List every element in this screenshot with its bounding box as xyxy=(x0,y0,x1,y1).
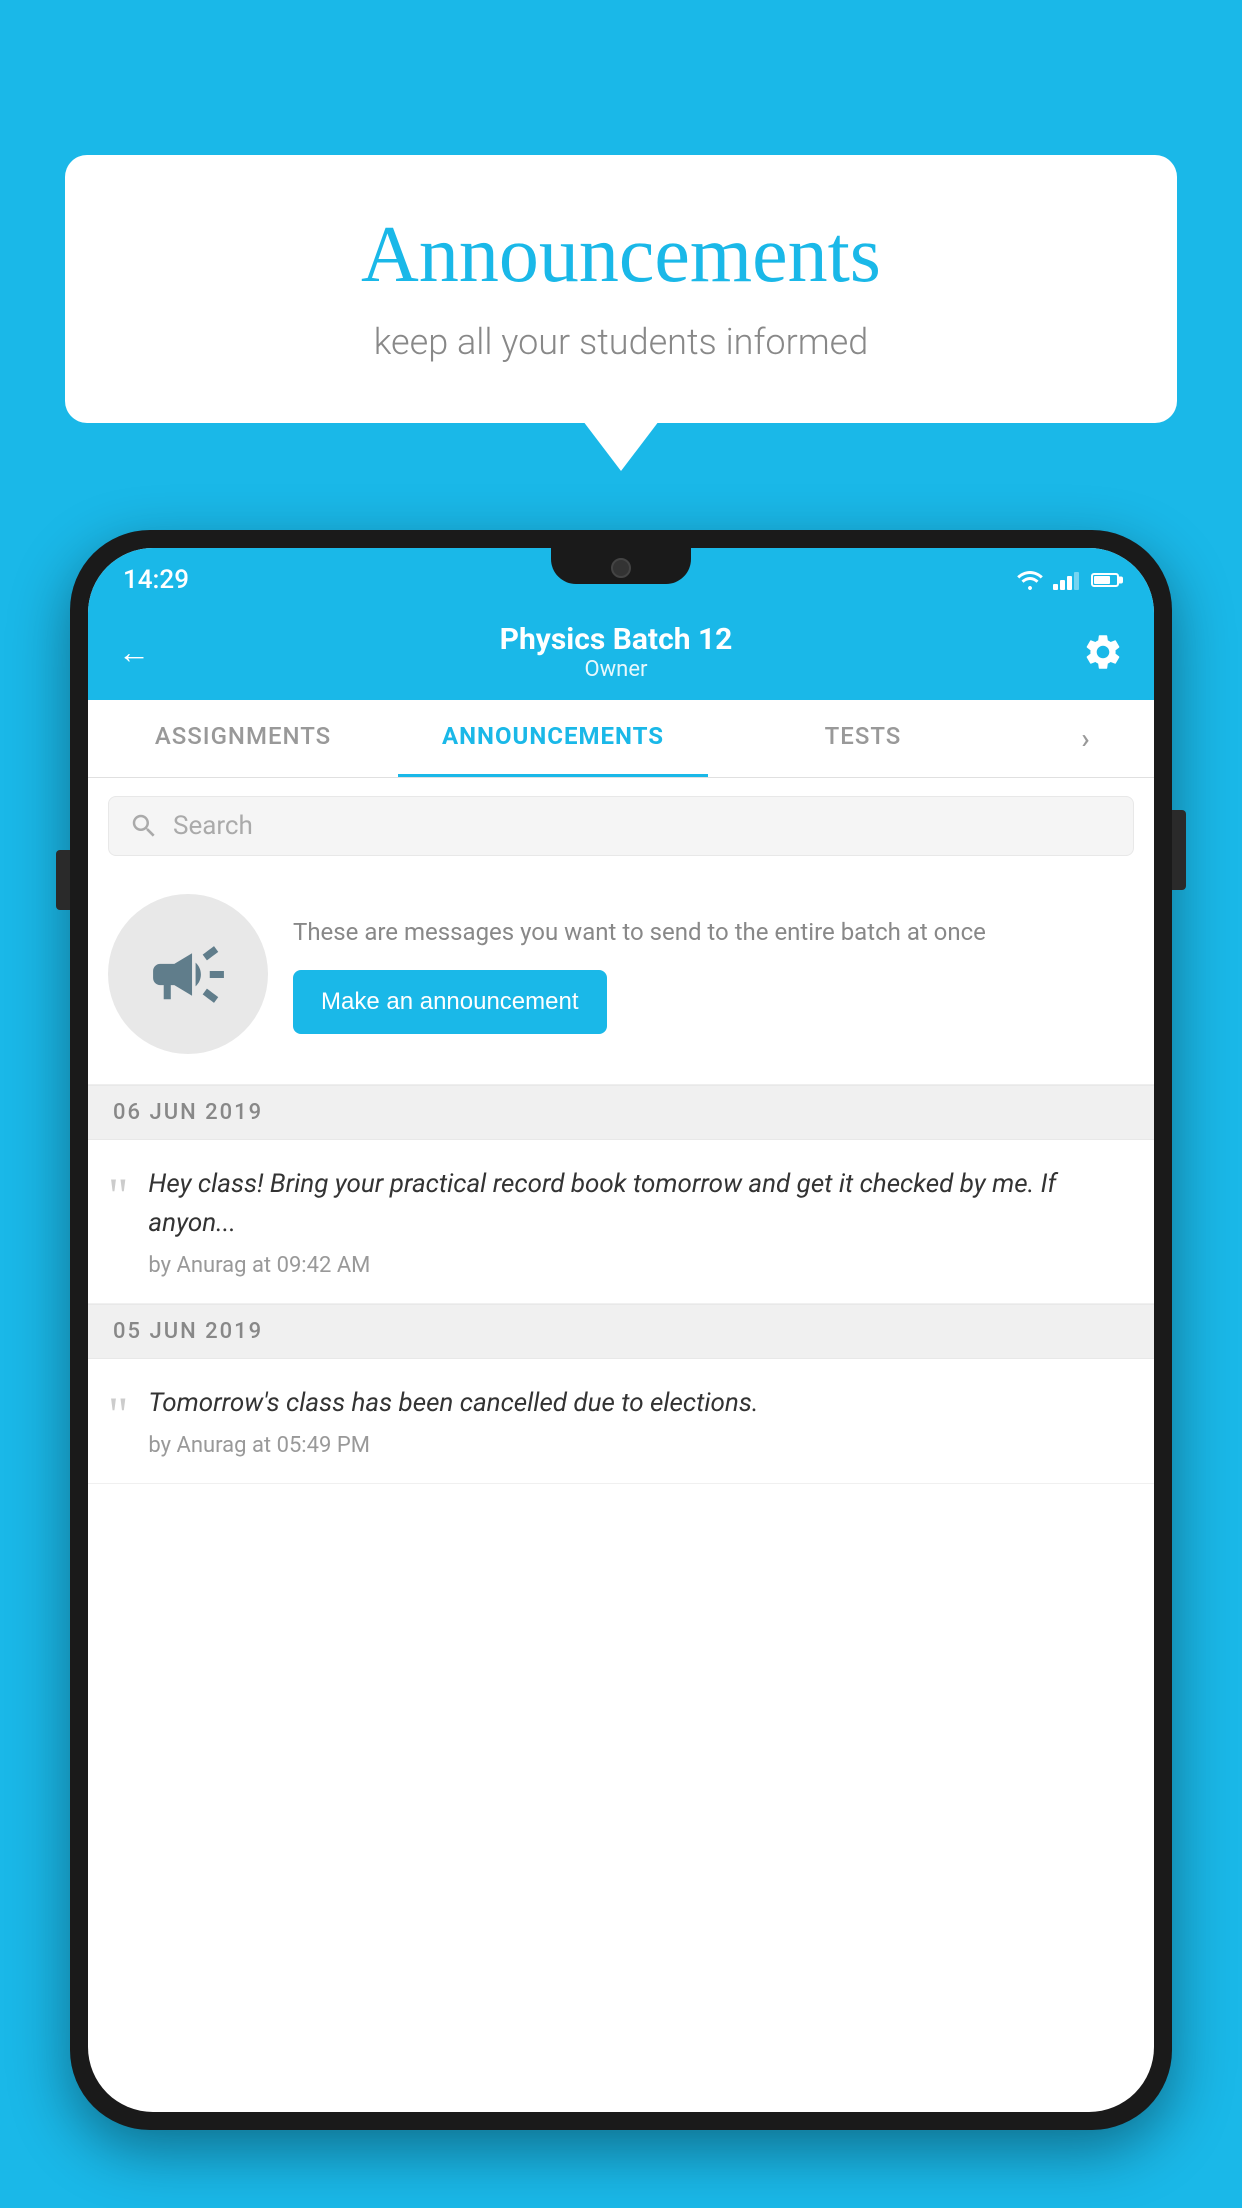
battery-icon xyxy=(1091,573,1119,587)
announcement-content-1: Hey class! Bring your practical record b… xyxy=(148,1165,1134,1278)
quote-icon-2: " xyxy=(108,1389,128,1439)
speech-bubble: Announcements keep all your students inf… xyxy=(65,155,1177,423)
status-time: 14:29 xyxy=(123,565,189,595)
date-separator-1: 06 JUN 2019 xyxy=(88,1085,1154,1140)
quote-icon-1: " xyxy=(108,1170,128,1220)
megaphone-icon xyxy=(146,932,231,1017)
phone-notch xyxy=(551,548,691,584)
speech-bubble-subtitle: keep all your students informed xyxy=(125,321,1117,363)
tab-bar: ASSIGNMENTS ANNOUNCEMENTS TESTS › xyxy=(88,700,1154,778)
announcement-meta-1: by Anurag at 09:42 AM xyxy=(148,1253,1134,1278)
phone-outer: 14:29 xyxy=(70,530,1172,2130)
header-center: Physics Batch 12 Owner xyxy=(500,622,733,682)
content-area: Search These are messages you want to se… xyxy=(88,778,1154,1484)
announcement-meta-2: by Anurag at 05:49 PM xyxy=(148,1433,1134,1458)
announcement-right: These are messages you want to send to t… xyxy=(293,914,1129,1034)
speech-bubble-title: Announcements xyxy=(125,210,1117,301)
announcement-text-2: Tomorrow's class has been cancelled due … xyxy=(148,1384,1134,1423)
search-placeholder: Search xyxy=(173,811,253,841)
announcement-description: These are messages you want to send to t… xyxy=(293,914,1129,950)
announcement-prompt: These are messages you want to send to t… xyxy=(88,874,1154,1085)
announcement-content-2: Tomorrow's class has been cancelled due … xyxy=(148,1384,1134,1458)
date-separator-2: 05 JUN 2019 xyxy=(88,1304,1154,1359)
back-button[interactable]: ← xyxy=(118,633,150,671)
gear-icon[interactable] xyxy=(1082,631,1124,673)
search-icon xyxy=(129,811,159,841)
wifi-icon xyxy=(1015,568,1045,592)
phone-wrapper: 14:29 xyxy=(70,530,1172,2208)
tab-announcements[interactable]: ANNOUNCEMENTS xyxy=(398,700,708,777)
announcement-item-2[interactable]: " Tomorrow's class has been cancelled du… xyxy=(88,1359,1154,1484)
status-icons xyxy=(1015,568,1119,592)
tab-assignments[interactable]: ASSIGNMENTS xyxy=(88,700,398,777)
speech-bubble-container: Announcements keep all your students inf… xyxy=(65,155,1177,423)
make-announcement-button[interactable]: Make an announcement xyxy=(293,970,607,1034)
camera-notch xyxy=(611,558,631,578)
announcement-item-1[interactable]: " Hey class! Bring your practical record… xyxy=(88,1140,1154,1304)
announcement-text-1: Hey class! Bring your practical record b… xyxy=(148,1165,1134,1243)
phone-screen: 14:29 xyxy=(88,548,1154,2112)
app-header: ← Physics Batch 12 Owner xyxy=(88,604,1154,700)
batch-role: Owner xyxy=(500,657,733,682)
signal-icon xyxy=(1053,570,1079,590)
search-bar[interactable]: Search xyxy=(108,796,1134,856)
tab-more[interactable]: › xyxy=(1018,700,1154,777)
announcement-icon-circle xyxy=(108,894,268,1054)
batch-title: Physics Batch 12 xyxy=(500,622,733,657)
tab-tests[interactable]: TESTS xyxy=(708,700,1018,777)
